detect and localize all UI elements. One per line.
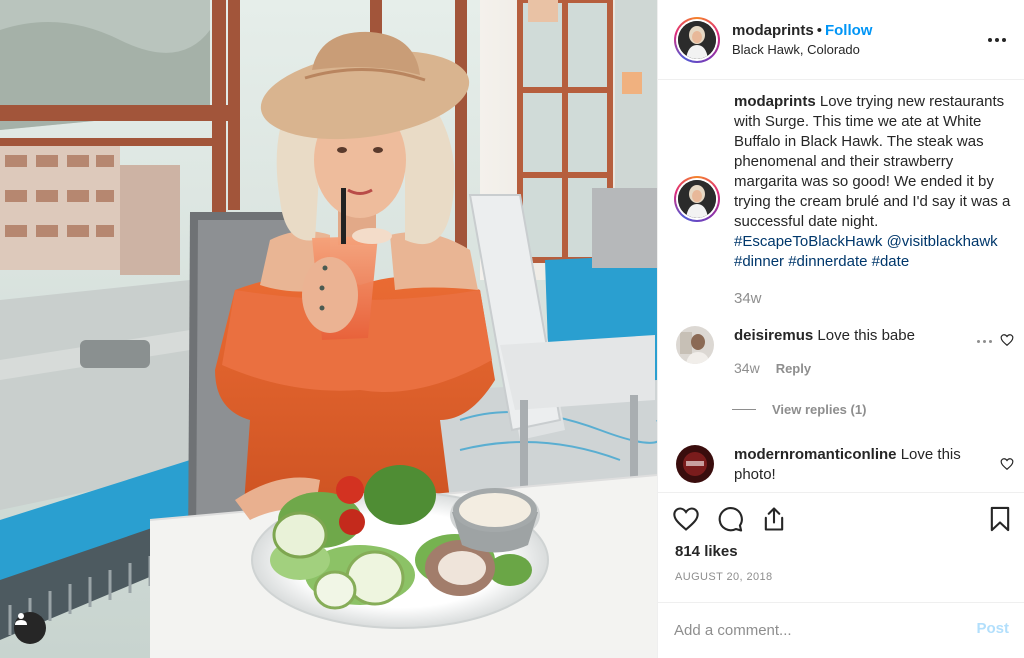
post-button[interactable]: Post [976,620,1009,637]
post-photo[interactable] [0,0,657,658]
location-link[interactable]: Black Hawk, Colorado [732,41,872,59]
comment-avatar-image [676,326,714,364]
user-tag-icon [15,613,27,625]
comment-text: Love this babe [817,327,915,344]
mention-link[interactable]: @visitblackhawk [887,233,998,250]
comment-heart-icon[interactable] [1000,333,1014,347]
user-tag-button[interactable] [14,612,46,644]
avatar-image [678,20,716,59]
more-horizontal-icon[interactable] [983,28,1011,52]
comment-icon[interactable] [716,505,744,533]
caption-text: Love trying new restaurants with Surge. … [734,93,1011,230]
comment-username[interactable]: modernromanticonline [734,446,897,463]
comment-avatar-image [676,445,714,483]
comment-item: deisiremus Love this babe 34w Reply [674,326,1014,376]
share-icon[interactable] [760,505,788,533]
caption-timestamp[interactable]: 34w [734,290,1014,307]
hashtag-link[interactable]: #dinnerdate [788,253,867,270]
comment-avatar[interactable] [676,326,714,364]
hashtag-link[interactable]: #date [872,253,910,270]
comment-options-icon[interactable] [977,340,992,343]
view-replies-button[interactable]: View replies (1) [732,402,866,417]
comment-username[interactable]: deisiremus [734,327,813,344]
replies-divider [732,409,756,410]
action-icons [672,505,1012,535]
story-ring[interactable] [674,16,720,63]
post-date[interactable]: AUGUST 20, 2018 [675,571,773,583]
comment-body: modernromanticonline Love this photo! [734,445,984,485]
caption-avatar[interactable] [678,180,716,218]
bookmark-icon[interactable] [986,505,1014,533]
avatar[interactable] [678,20,716,59]
instagram-post: modaprints•Follow Black Hawk, Colorado [0,0,1024,658]
follow-button[interactable]: Follow [825,22,873,39]
add-comment-bar: Post [658,602,1024,658]
likes-count[interactable]: 814 likes [675,543,738,560]
hashtag-link[interactable]: #dinner [734,253,784,270]
post-photo-illustration [0,0,657,658]
caption-body: modaprints Love trying new restaurants w… [734,92,1014,272]
header-username[interactable]: modaprints [732,22,814,39]
caption-hashtags: #EscapeToBlackHawk @visitblackhawk #dinn… [734,233,998,270]
comments-section[interactable]: modaprints Love trying new restaurants w… [658,80,1024,492]
caption-avatar-ring[interactable] [674,176,720,222]
caption-username[interactable]: modaprints [734,93,816,110]
comment-item: modernromanticonline Love this photo! [674,445,1014,485]
comment-timestamp[interactable]: 34w [734,360,760,376]
separator-dot: • [816,21,822,39]
view-replies-label: View replies (1) [772,402,867,417]
caption: modaprints Love trying new restaurants w… [674,92,1014,307]
hashtag-link[interactable]: #EscapeToBlackHawk [734,233,882,250]
reply-button[interactable]: Reply [776,361,811,376]
comment-body: deisiremus Love this babe [734,326,984,346]
post-side-panel: modaprints•Follow Black Hawk, Colorado [657,0,1024,658]
header-line: modaprints • Follow [732,21,872,40]
comment-meta: 34w Reply [734,360,1014,376]
post-actions: 814 likes AUGUST 20, 2018 [658,492,1024,602]
caption-avatar-image [678,180,716,218]
header-text: modaprints • Follow Black Hawk, Colorado [732,21,872,59]
heart-icon[interactable] [672,505,700,533]
comment-input[interactable] [674,622,954,639]
comment-avatar[interactable] [676,445,714,483]
comment-heart-icon[interactable] [1000,457,1014,471]
post-header: modaprints • Follow Black Hawk, Colorado [658,0,1024,80]
